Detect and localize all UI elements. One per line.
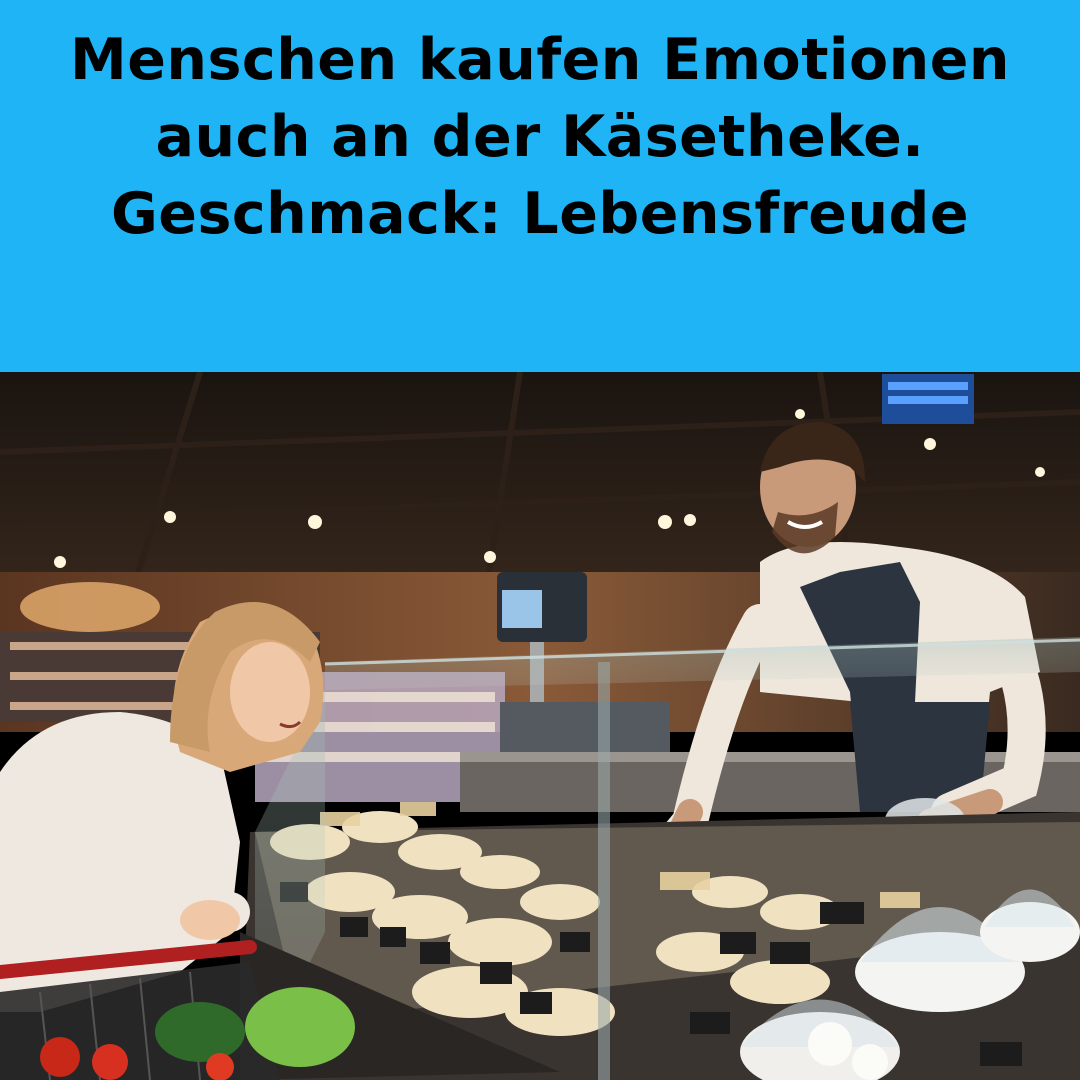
broccoli — [155, 1002, 245, 1062]
headline: Menschen kaufen Emotionen auch an der Kä… — [70, 22, 1010, 253]
headline-banner: Menschen kaufen Emotionen auch an der Kä… — [0, 0, 1080, 372]
headline-line-3: Geschmack: Lebensfreude — [111, 181, 969, 247]
lettuce — [245, 987, 355, 1067]
tomato — [92, 1044, 128, 1080]
headline-line-2: auch an der Käsetheke. — [155, 104, 925, 170]
store-photo — [0, 372, 1080, 1080]
headline-line-1: Menschen kaufen Emotionen — [70, 27, 1010, 93]
cheese-counter-scene — [0, 372, 1080, 1080]
